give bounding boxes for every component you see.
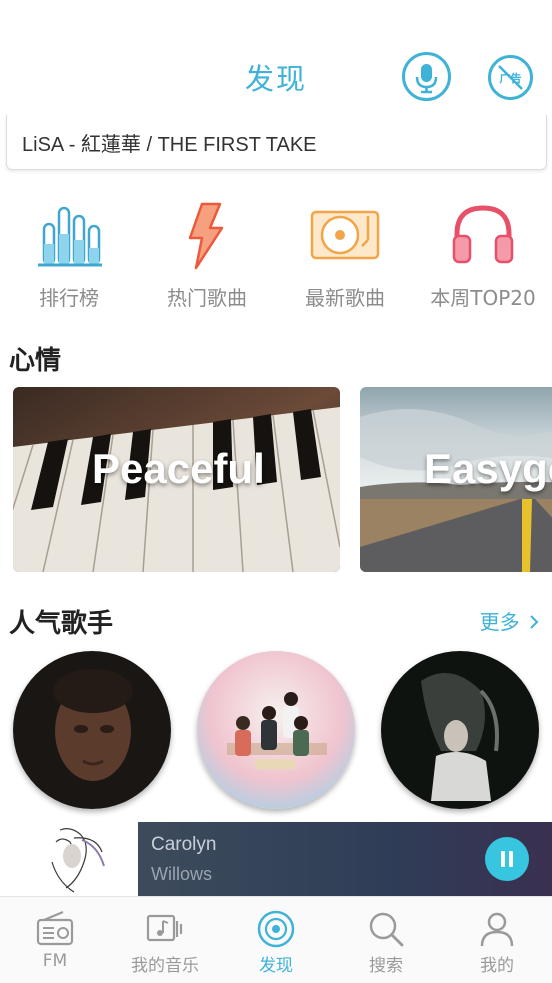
entry-charts-label: 排行榜	[39, 286, 99, 310]
search-icon	[369, 912, 404, 947]
nav-item-discover[interactable]: 发现	[221, 897, 331, 983]
turntable-icon	[310, 210, 380, 260]
entry-new-songs[interactable]: 最新歌曲	[276, 196, 414, 316]
entry-hot-songs[interactable]: 热门歌曲	[138, 196, 276, 316]
microphone-icon	[415, 64, 438, 94]
singer-avatar[interactable]	[13, 651, 171, 809]
nav-label: 发现	[259, 956, 293, 976]
entry-charts[interactable]: 排行榜	[0, 196, 138, 316]
mood-section-title: 心情	[9, 346, 62, 376]
mood-card-label: Peaceful	[92, 445, 265, 492]
mood-cards: Peaceful Easygo	[0, 387, 552, 573]
bottom-nav: FM 我的音乐 发现 搜索 我的	[0, 896, 552, 983]
nav-label: 我的	[480, 956, 514, 976]
nav-item-profile[interactable]: 我的	[442, 897, 552, 983]
singer-avatar[interactable]	[381, 651, 539, 809]
lightning-icon	[188, 202, 224, 270]
mood-card-label: Easygo	[424, 445, 552, 492]
song-title: Carolyn	[151, 834, 217, 855]
mini-player[interactable]: Carolyn Willows	[0, 822, 552, 896]
entry-new-songs-label: 最新歌曲	[305, 286, 385, 310]
nav-item-fm[interactable]: FM	[0, 897, 110, 983]
app-header: 发现 广告	[0, 0, 552, 116]
chart-bars-icon	[38, 206, 102, 267]
no-ads-icon: 广告	[498, 65, 523, 90]
remove-ads-button[interactable]: 广告	[488, 55, 533, 100]
nav-item-search[interactable]: 搜索	[331, 897, 441, 983]
radio-icon	[36, 910, 74, 946]
user-icon	[480, 912, 514, 947]
singer-photo	[381, 651, 539, 809]
singers-section-title: 人气歌手	[9, 609, 114, 639]
album-art[interactable]	[0, 822, 138, 896]
search-bar[interactable]: LiSA - 紅蓮華 / THE FIRST TAKE	[6, 115, 547, 170]
chevron-right-icon	[530, 615, 539, 629]
nav-label: FM	[42, 951, 68, 971]
nav-label: 搜索	[369, 956, 403, 976]
disc-icon	[257, 910, 295, 948]
player-bar[interactable]: Carolyn Willows	[138, 822, 552, 896]
mood-card-easygo[interactable]: Easygo	[360, 387, 552, 572]
headphones-icon	[452, 205, 514, 264]
nav-item-my-music[interactable]: 我的音乐	[110, 897, 220, 983]
singer-photo	[13, 651, 171, 809]
entry-weekly-top20[interactable]: 本周TOP20	[414, 196, 552, 316]
singer-avatar[interactable]	[197, 651, 355, 809]
search-input-value: LiSA - 紅蓮華 / THE FIRST TAKE	[22, 134, 317, 156]
voice-search-button[interactable]	[402, 52, 451, 101]
song-artist: Willows	[151, 864, 212, 884]
more-label: 更多	[479, 610, 520, 634]
pause-button[interactable]	[485, 837, 529, 881]
entry-hot-songs-label: 热门歌曲	[167, 286, 247, 310]
album-cover-image	[0, 822, 138, 896]
mood-card-peaceful[interactable]: Peaceful	[13, 387, 340, 572]
nav-label: 我的音乐	[131, 956, 199, 976]
more-singers-link[interactable]: 更多	[480, 606, 540, 635]
quick-entries: 排行榜 热门歌曲 最新歌曲 本周TOP20	[0, 196, 552, 316]
entry-weekly-top20-label: 本周TOP20	[430, 286, 536, 310]
singer-photo	[197, 651, 355, 809]
music-library-icon	[146, 914, 183, 942]
page-title: 发现	[244, 62, 307, 96]
